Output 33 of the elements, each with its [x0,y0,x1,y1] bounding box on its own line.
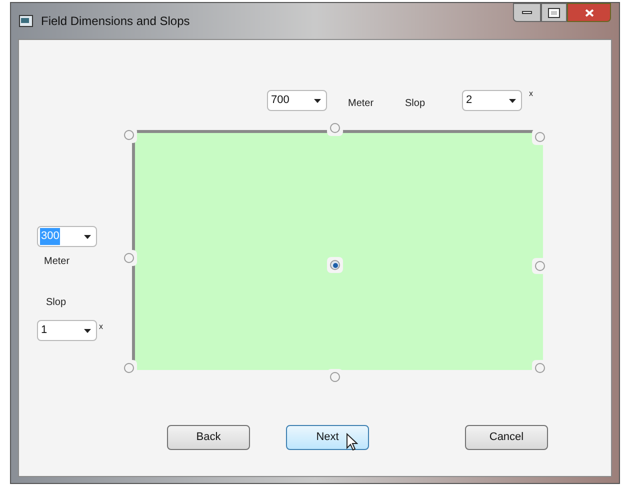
dropdown[interactable]: 700 [267,90,327,111]
dialog-button[interactable]: Cancel [465,425,548,450]
maximize-button[interactable] [541,3,567,22]
unit-label: Meter [348,97,374,111]
slope-label: Slop [405,97,426,111]
dialog-button[interactable]: Next [286,425,369,450]
window-title: Field Dimensions and Slops [41,13,190,30]
unit-label: Meter [44,255,70,269]
dropdown[interactable]: 1 [37,320,97,341]
dropdown-arrow-icon [84,328,91,332]
close-button[interactable] [567,3,611,22]
dropdown-value: 700 [270,93,290,108]
dialog-button[interactable]: Back [167,425,250,450]
radio-handle[interactable] [327,120,343,136]
slope-label: Slop [46,296,66,310]
maximize-icon [549,8,559,16]
radio-handle[interactable] [121,250,137,266]
suffix-label: x [529,88,533,100]
dropdown-arrow-icon [509,98,516,102]
dropdown-value: 2 [465,93,474,108]
dropdown[interactable]: 2 [462,90,522,111]
minimize-icon [522,11,532,14]
window-icon [19,15,33,27]
mouse-cursor-icon [346,433,358,451]
dropdown-arrow-icon [314,98,321,102]
radio-handle[interactable] [327,257,343,273]
radio-handle[interactable] [532,258,548,274]
dropdown-value: 300 [40,228,60,245]
close-icon [584,8,594,16]
dropdown-value: 1 [40,323,48,338]
minimize-button[interactable] [513,3,541,22]
suffix-label: x [99,321,103,333]
dropdown-arrow-icon [84,234,91,238]
